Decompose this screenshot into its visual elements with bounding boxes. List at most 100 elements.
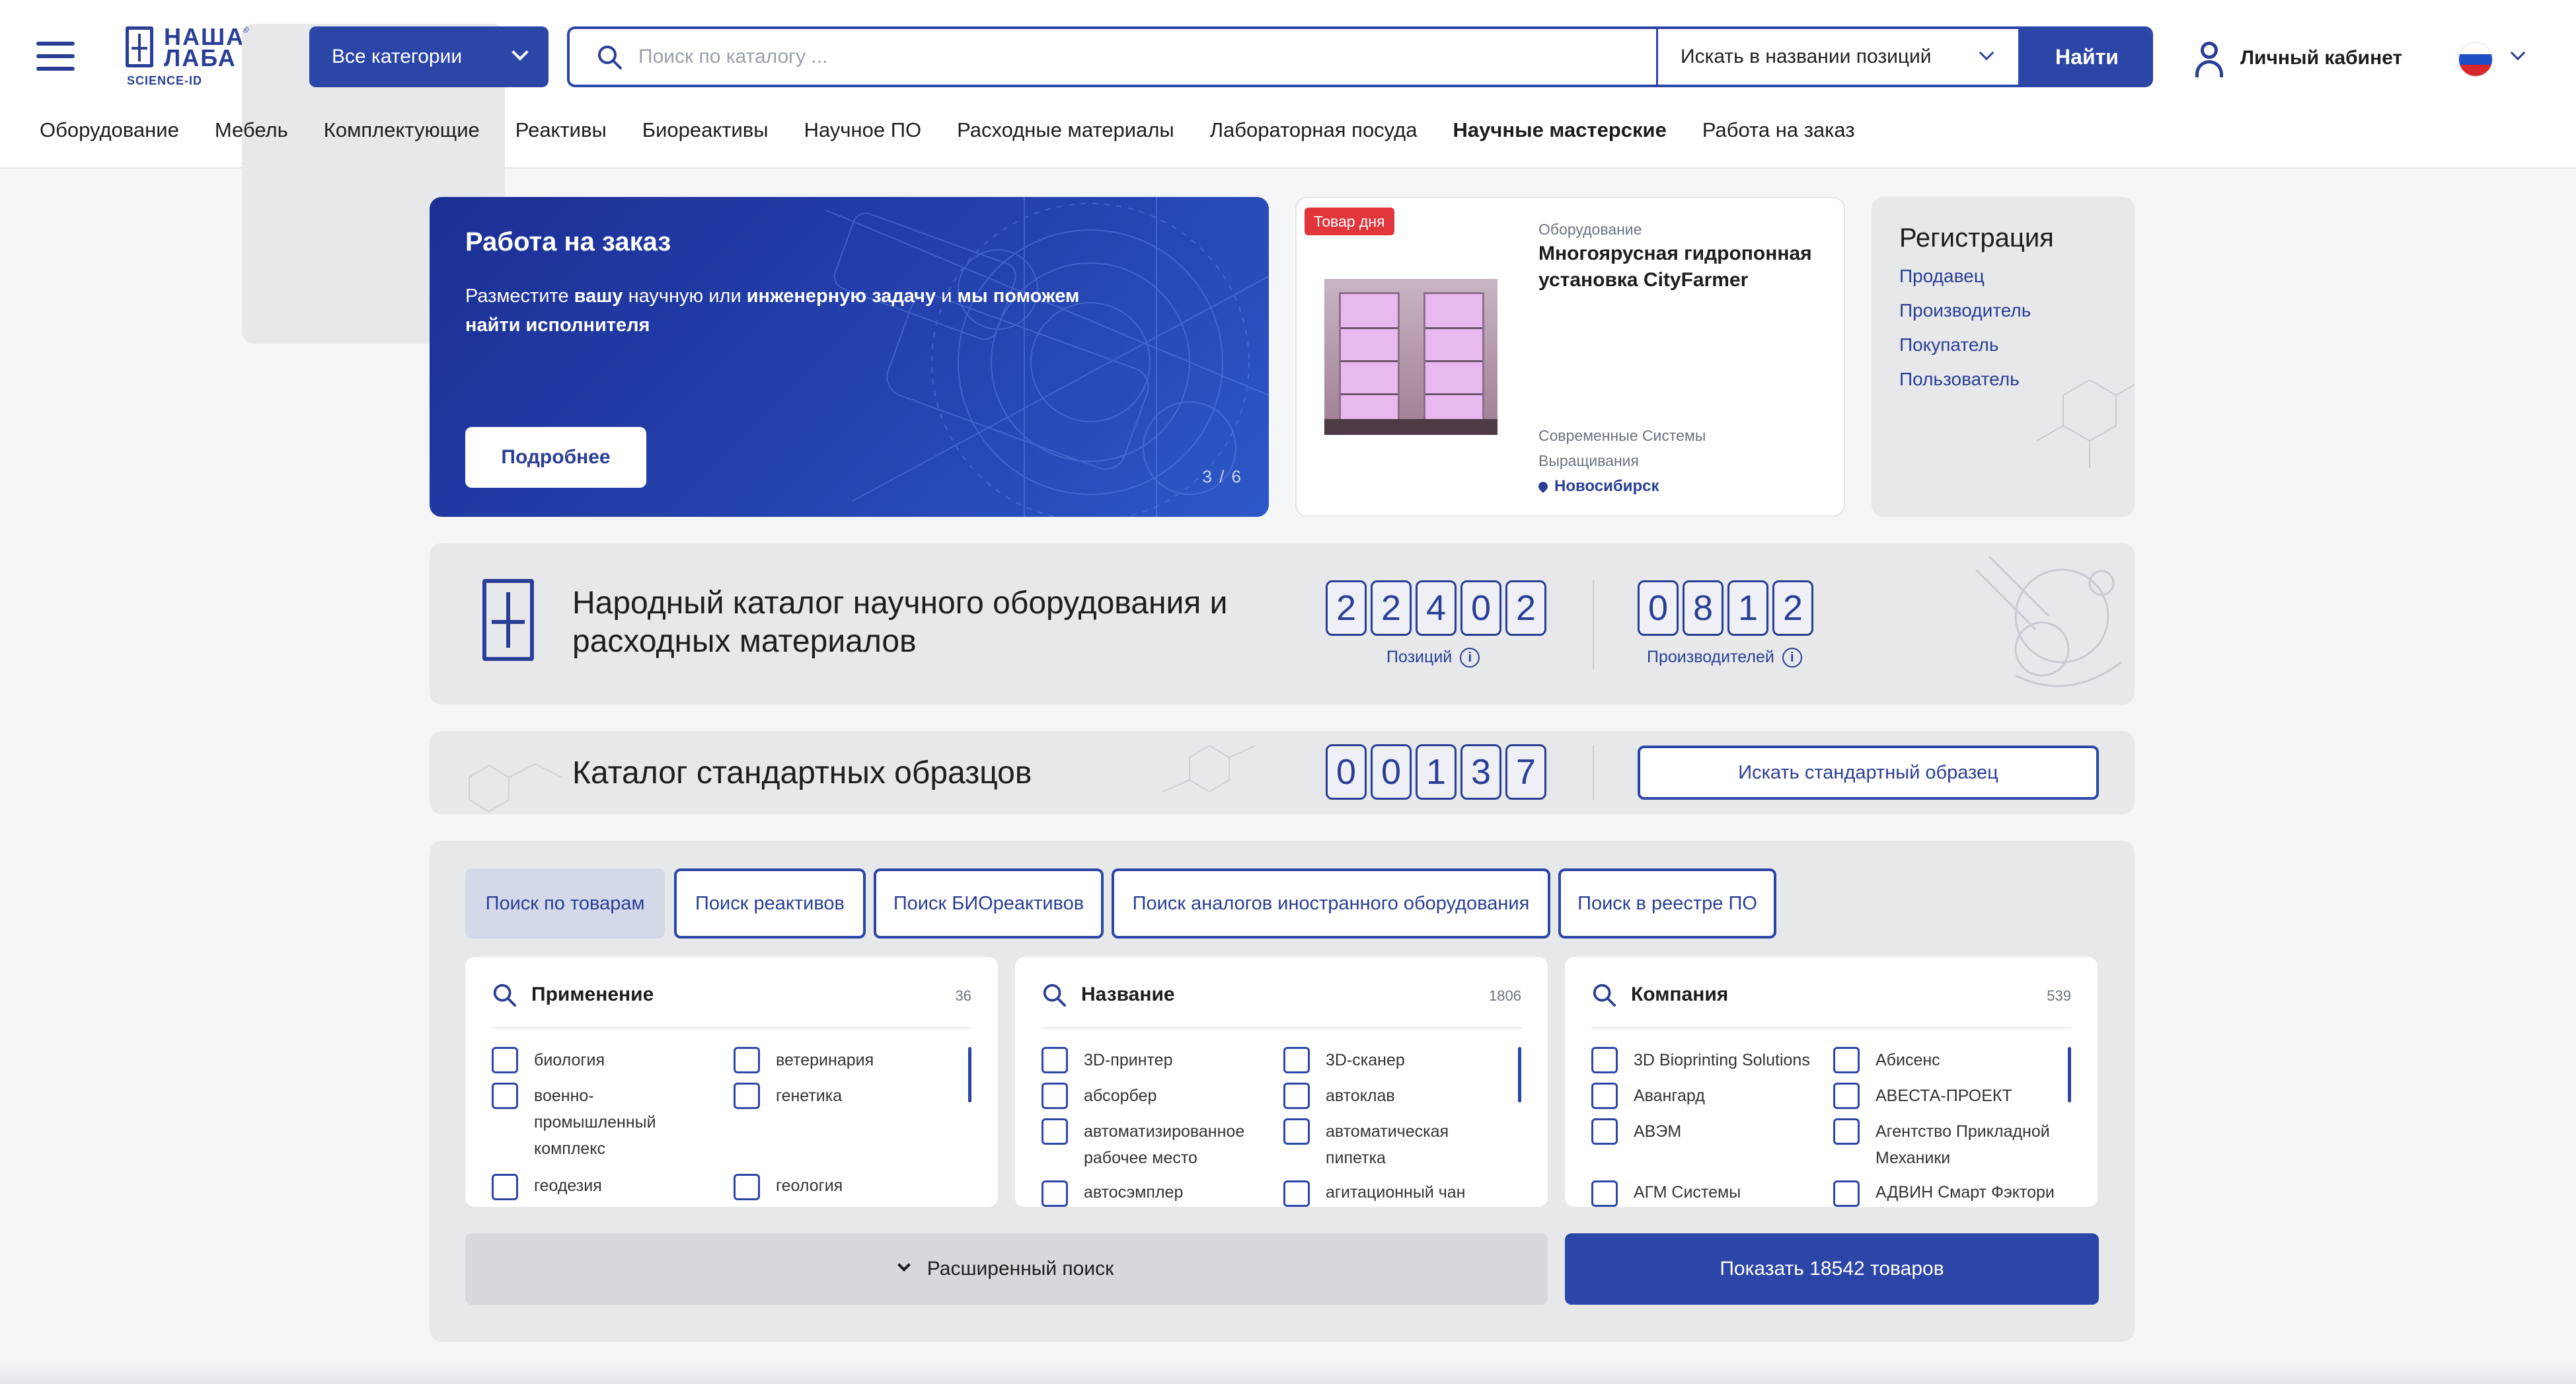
nav-item-labware[interactable]: Лабораторная посуда [1210, 114, 1418, 147]
search-input[interactable] [638, 29, 1656, 85]
filter-option-label: 3D Bioprinting Solutions [1634, 1051, 1810, 1069]
filter-option-label: Авангард [1634, 1087, 1705, 1105]
checkbox-icon[interactable] [1283, 1083, 1310, 1109]
filter-option-label: абсорбер [1084, 1087, 1157, 1105]
nav-item-furniture[interactable]: Мебель [215, 114, 288, 147]
nav-item-consumables[interactable]: Расходные материалы [957, 114, 1174, 147]
search-standard-button[interactable]: Искать стандартный образец [1638, 746, 2099, 800]
filter-count: 539 [2047, 987, 2071, 1004]
tab-reagents-search[interactable]: Поиск реактивов [674, 868, 866, 939]
manufacturers-label: Производителей i [1647, 648, 1802, 668]
register-manufacturer-link[interactable]: Производитель [1899, 300, 2031, 321]
search-icon[interactable] [1591, 982, 1616, 1007]
counter-digit: 0 [1638, 580, 1679, 636]
nav-item-components[interactable]: Комплектующие [324, 114, 480, 147]
all-categories-button[interactable]: Все категории [309, 26, 549, 87]
tab-software-registry-search[interactable]: Поиск в реестре ПО [1558, 868, 1776, 939]
promo-slider[interactable]: Работа на заказ Разместите вашу научную … [430, 197, 1269, 517]
product-name: Многоярусная гидропонная установка CityF… [1538, 243, 1812, 291]
filter-option-label: геодезия [534, 1176, 602, 1195]
checkbox-icon[interactable] [1833, 1180, 1860, 1207]
all-categories-label: Все категории [332, 46, 463, 67]
language-switcher[interactable] [2458, 40, 2531, 77]
counter-digit: 2 [1505, 580, 1546, 636]
checkbox-icon[interactable] [734, 1174, 760, 1200]
nav-item-workshops[interactable]: Научные мастерские [1453, 114, 1667, 147]
filter-scrollbar[interactable] [2068, 1047, 2071, 1102]
filter-option-label: АВЭМ [1634, 1122, 1682, 1141]
logo-text-line2: ЛАБА [164, 44, 237, 71]
counter-digit: 2 [1371, 580, 1412, 636]
checkbox-icon[interactable] [1833, 1118, 1860, 1145]
divider [1593, 580, 1594, 669]
nav-item-software[interactable]: Научное ПО [804, 114, 922, 147]
checkbox-icon[interactable] [734, 1047, 760, 1073]
filter-option-label: автоклав [1326, 1087, 1395, 1105]
register-user-link[interactable]: Пользователь [1899, 369, 2020, 390]
checkbox-icon[interactable] [1833, 1083, 1860, 1109]
search-submit-button[interactable]: Найти [2018, 29, 2150, 85]
nav-item-bioreagents[interactable]: Биореактивы [642, 114, 769, 147]
catalog-stats-banner: Народный каталог научного оборудования и… [430, 543, 2135, 705]
search-icon [598, 46, 622, 69]
checkbox-icon[interactable] [1042, 1083, 1068, 1109]
info-icon[interactable]: i [1460, 648, 1480, 668]
filter-scrollbar[interactable] [968, 1047, 971, 1102]
filter-name: Название 1806 3D-принтер абсорбер автома… [1015, 957, 1548, 1207]
register-buyer-link[interactable]: Покупатель [1899, 334, 1998, 356]
account-label: Личный кабинет [2240, 47, 2403, 69]
catalog-title: Народный каталог научного оборудования и… [572, 586, 1228, 659]
chevron-down-icon [897, 1258, 911, 1272]
checkbox-icon[interactable] [1591, 1118, 1618, 1145]
show-results-button[interactable]: Показать 18542 товаров [1565, 1233, 2099, 1305]
slide-counter: 3 / 6 [1202, 467, 1242, 486]
checkbox-icon[interactable] [1283, 1118, 1310, 1145]
search-mode-select[interactable]: Искать в названии позиций [1656, 29, 2018, 85]
checkbox-icon[interactable] [1283, 1180, 1310, 1207]
chevron-down-icon [1979, 45, 1994, 61]
filter-scrollbar[interactable] [1518, 1047, 1521, 1102]
counter-digit: 4 [1416, 580, 1457, 636]
checkbox-icon[interactable] [1591, 1180, 1618, 1207]
tab-foreign-analogs-search[interactable]: Поиск аналогов иностранного оборудования [1112, 868, 1550, 939]
nav-item-equipment[interactable]: Оборудование [40, 114, 179, 147]
info-icon[interactable]: i [1782, 648, 1802, 668]
tab-goods-search[interactable]: Поиск по товарам [465, 868, 665, 939]
product-category: Оборудование [1538, 221, 1642, 238]
counter-digit: 2 [1326, 580, 1367, 636]
filter-option-label: военно-промышленный комплекс [534, 1087, 656, 1158]
checkbox-icon[interactable] [734, 1083, 760, 1109]
checkbox-icon[interactable] [1042, 1180, 1068, 1207]
registration-card: Регистрация Продавец Производитель Покуп… [1872, 197, 2135, 517]
promo-title: Работа на заказ [465, 227, 671, 256]
menu-icon[interactable] [36, 42, 75, 71]
product-of-day-card[interactable]: Товар дня Оборудование Многоярусная гидр… [1295, 197, 1845, 517]
checkbox-icon[interactable] [1833, 1047, 1860, 1073]
search-icon[interactable] [492, 982, 517, 1007]
checkbox-icon[interactable] [1042, 1047, 1068, 1073]
checkbox-icon[interactable] [1283, 1047, 1310, 1073]
checkbox-icon[interactable] [492, 1047, 518, 1073]
register-seller-link[interactable]: Продавец [1899, 266, 1985, 287]
counter-digit: 8 [1683, 580, 1724, 636]
checkbox-icon[interactable] [492, 1174, 518, 1200]
tab-bioreagents-search[interactable]: Поиск БИОреактивов [874, 868, 1104, 939]
filter-title: Применение [531, 983, 654, 1005]
manufacturers-counter: 0 8 1 2 [1638, 580, 1813, 636]
promo-more-button[interactable]: Подробнее [465, 427, 646, 488]
site-header: НАША ЛАБА ® SCIENCE-ID Все категории Иск… [0, 0, 2576, 344]
account-link[interactable]: Личный кабинет [2194, 38, 2402, 78]
filter-option-label: биология [534, 1051, 605, 1069]
chevron-down-icon [2510, 45, 2526, 61]
site-logo[interactable]: НАША ЛАБА ® SCIENCE-ID [126, 24, 505, 344]
checkbox-icon[interactable] [492, 1083, 518, 1109]
nav-item-custom-work[interactable]: Работа на заказ [1702, 114, 1855, 147]
checkbox-icon[interactable] [1042, 1118, 1068, 1145]
advanced-search-button[interactable]: Расширенный поиск [465, 1233, 1548, 1305]
checkbox-icon[interactable] [1591, 1047, 1618, 1073]
nav-item-reagents[interactable]: Реактивы [515, 114, 607, 147]
checkbox-icon[interactable] [1591, 1083, 1618, 1109]
search-mode-value: Искать в названии позиций [1681, 46, 1932, 67]
catalog-logo-icon [482, 579, 534, 661]
search-icon[interactable] [1042, 982, 1067, 1007]
